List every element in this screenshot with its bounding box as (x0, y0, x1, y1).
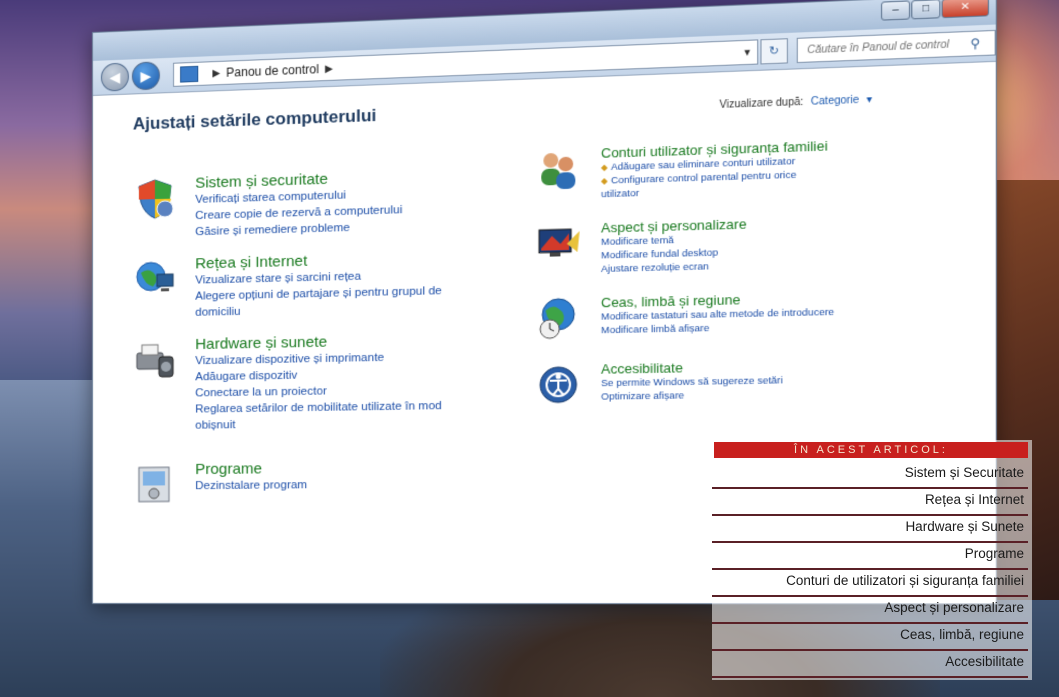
article-heading: ÎN ACEST ARTICOL: (714, 442, 1028, 458)
network-icon (133, 256, 177, 301)
article-list: Sistem și Securitate Rețea și Internet H… (712, 462, 1028, 678)
category-link[interactable]: Ajustare rezoluție ecran (601, 259, 747, 276)
article-list-item: Ceas, limbă, regiune (712, 624, 1028, 651)
category-link[interactable]: Optimizare afișare (601, 388, 783, 404)
article-list-item: Programe (712, 543, 1028, 570)
window-controls: – □ ✕ (880, 0, 989, 21)
users-icon (535, 146, 582, 193)
view-by-dropdown[interactable]: Categorie (811, 95, 859, 108)
category-link[interactable]: Alegere opțiuni de partajare și pentru g… (195, 283, 452, 321)
back-button[interactable]: ◀ (101, 63, 129, 92)
forward-button[interactable]: ▶ (132, 61, 160, 90)
article-list-item: Conturi de utilizatori și siguranța fami… (712, 570, 1028, 597)
programs-icon (133, 461, 177, 506)
control-panel-icon (180, 66, 198, 83)
chevron-down-icon[interactable]: ▾ (866, 94, 872, 106)
close-button[interactable]: ✕ (942, 0, 989, 18)
category-link[interactable]: Reglarea setărilor de mobilitate utiliza… (195, 398, 452, 434)
page-title: Ajustați setările computerului (133, 85, 951, 135)
category-clock-language: Ceas, limbă și regiune Modificare tastat… (535, 289, 883, 342)
globe-clock-icon (535, 295, 582, 341)
chevron-down-icon[interactable]: ▼ (742, 47, 752, 58)
category-accessibility: Accesibilitate Se permite Windows să sug… (535, 356, 883, 407)
category-hardware-sound: Hardware și sunete Vizualizare dispoziti… (133, 331, 472, 435)
category-user-accounts: Conturi utilizator și siguranța familiei… (535, 136, 883, 203)
minimize-button[interactable]: – (881, 0, 910, 20)
category-link[interactable]: Configurare control parental pentru oric… (601, 167, 830, 201)
categories: Sistem și securitate Verificați starea c… (133, 133, 962, 160)
article-list-item: Accesibilitate (712, 651, 1028, 678)
article-list-item: Sistem și Securitate (712, 462, 1028, 489)
refresh-button[interactable]: ↻ (760, 38, 789, 64)
category-appearance: Aspect și personalizare Modificare temă … (535, 212, 883, 277)
article-panel: ÎN ACEST ARTICOL: Sistem și Securitate R… (712, 440, 1032, 680)
search-field[interactable]: ⚲ (797, 30, 996, 63)
maximize-button[interactable]: □ (911, 0, 940, 19)
category-network-internet: Rețea și Internet Vizualizare stare și s… (133, 248, 472, 322)
shield-icon (133, 175, 177, 221)
category-link[interactable]: Se permite Windows să sugereze setări (601, 374, 783, 390)
breadcrumb-arrow-icon[interactable]: ▶ (325, 63, 333, 75)
search-icon[interactable]: ⚲ (970, 36, 980, 51)
display-icon (535, 221, 582, 268)
category-title[interactable]: Programe (195, 460, 307, 478)
printer-icon (133, 336, 177, 381)
accessibility-icon (535, 362, 582, 408)
category-system-security: Sistem și securitate Verificați starea c… (133, 166, 472, 242)
category-link[interactable]: Dezinstalare program (195, 477, 307, 494)
article-list-item: Rețea și Internet (712, 489, 1028, 516)
breadcrumb-arrow-icon: ▶ (212, 67, 220, 78)
search-input[interactable] (805, 37, 966, 57)
article-list-item: Hardware și Sunete (712, 516, 1028, 543)
category-programs: Programe Dezinstalare program (133, 458, 472, 506)
article-list-item: Aspect și personalizare (712, 597, 1028, 624)
breadcrumb[interactable]: Panou de control (226, 62, 319, 80)
